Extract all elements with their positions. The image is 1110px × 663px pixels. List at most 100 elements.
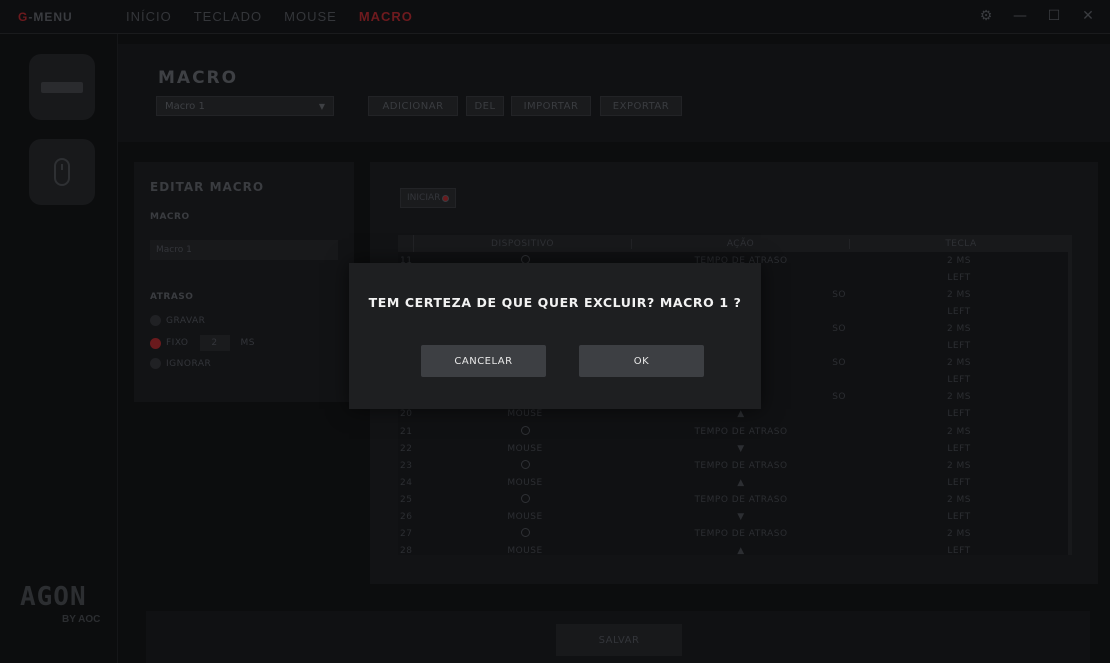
clock-icon [520,459,530,469]
fixed-unit-label: MS [240,338,255,348]
table-scrollbar[interactable] [1068,252,1072,555]
table-row[interactable]: 25 TEMPO DE ATRASO 2 MS [398,491,1068,508]
row-action: ▼ [737,443,745,454]
save-button[interactable]: SALVAR [556,624,682,656]
row-action: TEMPO DE ATRASO [694,426,788,437]
delay-record-option[interactable]: GRAVAR [150,315,205,326]
fixed-delay-input[interactable]: 2 [199,335,230,351]
row-device: MOUSE [507,512,543,522]
sidebar-mouse-button[interactable] [29,139,95,205]
footer-bar: SALVAR [146,611,1090,663]
tab-inicio[interactable]: INÍCIO [126,9,172,24]
settings-gear-icon[interactable]: ⚙ [978,8,994,24]
record-radio[interactable] [150,315,161,326]
del-button[interactable]: DEL [466,96,504,116]
delay-clock-icon [418,493,632,506]
table-row[interactable]: 26 MOUSE ▼ LEFT [398,509,1068,526]
row-action: ▼ [737,512,745,522]
row-key: 2 MS [946,460,972,471]
table-row[interactable]: 28 MOUSE ▲ LEFT [398,543,1068,555]
import-button[interactable]: IMPORTAR [511,96,591,116]
row-index: 21 [400,426,413,437]
row-action: ▲ [737,409,745,420]
macro-select[interactable]: Macro 1 ▼ [156,96,334,116]
row-action: ▲ [737,477,745,488]
row-index: 26 [400,512,413,522]
device-column-header: DISPOSITIVO [414,238,632,249]
top-nav-bar: G-MENU INÍCIO TECLADO MOUSE MACRO ⚙ — ☐ … [0,0,1110,34]
row-index: 24 [400,477,413,488]
sidebar [0,34,118,663]
action-column-header: AÇÃO [632,238,850,249]
row-key: LEFT [947,306,971,317]
tab-macro[interactable]: MACRO [359,9,413,24]
row-key: LEFT [947,512,971,522]
macro-name-input[interactable]: Macro 1 [150,240,338,260]
delete-confirm-dialog: TEM CERTEZA DE QUE QUER EXCLUIR? MACRO 1… [349,263,761,409]
delay-clock-icon [418,425,632,438]
table-row[interactable]: 21 TEMPO DE ATRASO 2 MS [398,423,1068,440]
brand-prefix: G [18,10,29,24]
record-dot-icon [442,194,450,202]
macro-name-label: MACRO [150,212,190,222]
row-key: LEFT [947,341,971,351]
row-key: 2 MS [946,494,972,505]
maximize-icon[interactable]: ☐ [1046,8,1062,24]
delay-fixed-option[interactable]: FIXO 2 MS [150,335,255,351]
key-column-header: TECLA [945,238,977,249]
row-action: TEMPO DE ATRASO [694,494,788,505]
start-record-button[interactable]: INICIAR [400,188,457,208]
row-key: LEFT [947,443,971,454]
row-index: 27 [400,529,413,540]
row-index: 25 [400,494,413,505]
clock-icon [520,425,530,435]
row-device: MOUSE [507,409,543,420]
row-key: 2 MS [946,358,972,369]
row-key: 2 MS [946,392,972,403]
row-index: 22 [400,443,413,454]
minimize-icon[interactable]: — [1012,8,1028,24]
clock-icon [520,493,530,503]
row-key: 2 MS [946,289,972,300]
window-controls: ⚙ — ☐ ✕ [978,8,1096,24]
edit-macro-panel: EDITAR MACRO MACRO Macro 1 ATRASO GRAVAR… [134,162,354,402]
delay-clock-icon [418,459,632,472]
export-button[interactable]: EXPORTAR [600,96,682,116]
add-button[interactable]: ADICIONAR [368,96,458,116]
row-key: LEFT [947,546,971,555]
fixed-label: FIXO [166,338,189,348]
nav-tabs: INÍCIO TECLADO MOUSE MACRO [126,9,413,24]
cancel-button[interactable]: CANCELAR [421,345,546,377]
app-brand: G-MENU [18,10,73,24]
edit-macro-title: EDITAR MACRO [150,180,265,194]
delay-label: ATRASO [150,292,194,302]
table-row[interactable]: 24 MOUSE ▲ LEFT [398,474,1068,491]
row-key: LEFT [947,272,971,283]
brand-name: -MENU [28,10,73,24]
macro-header: MACRO Macro 1 ▼ ADICIONAR DEL IMPORTAR E… [118,44,1110,142]
ignore-radio[interactable] [150,358,161,369]
tab-mouse[interactable]: MOUSE [284,9,337,24]
row-action: ▲ [737,546,745,555]
row-key: 2 MS [946,255,972,266]
table-header: DISPOSITIVO AÇÃO TECLA [398,235,1072,252]
page-title: MACRO [158,68,239,88]
ok-button[interactable]: OK [579,345,704,377]
sidebar-keyboard-button[interactable] [29,54,95,120]
table-row[interactable]: 23 TEMPO DE ATRASO 2 MS [398,457,1068,474]
record-label: GRAVAR [166,315,206,326]
table-row[interactable]: 22 MOUSE ▼ LEFT [398,440,1068,457]
row-key: LEFT [947,477,971,488]
start-record-label: INICIAR [407,193,441,203]
agon-logo: AGON [20,582,87,612]
macro-select-value: Macro 1 [165,100,205,112]
close-icon[interactable]: ✕ [1080,8,1096,24]
keyboard-icon [41,81,83,93]
delay-clock-icon [418,528,632,540]
fixed-radio[interactable] [150,337,161,349]
tab-teclado[interactable]: TECLADO [194,9,262,24]
table-row[interactable]: 27 TEMPO DE ATRASO 2 MS [398,526,1068,543]
row-key: 2 MS [946,529,972,540]
ignore-label: IGNORAR [166,358,212,369]
delay-ignore-option[interactable]: IGNORAR [150,358,211,369]
